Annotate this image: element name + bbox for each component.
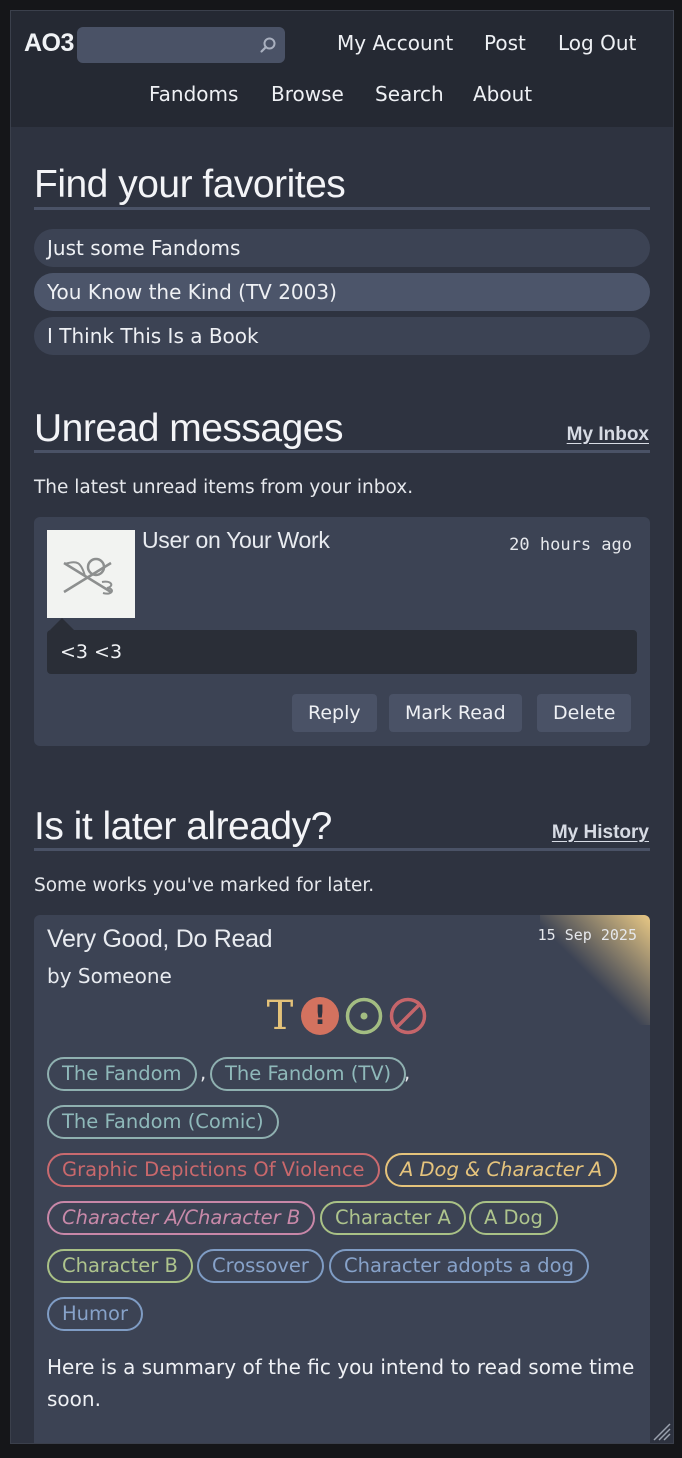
work-title[interactable]: Very Good, Do Read (47, 925, 273, 954)
nav-search[interactable]: Search (375, 82, 444, 106)
bubble-tail (50, 618, 74, 630)
later-heading: Is it later already? (34, 805, 332, 848)
avatar (47, 530, 135, 618)
author-link[interactable]: Someone (78, 964, 172, 988)
messages-divider (34, 450, 650, 453)
character-tag[interactable]: Character A (320, 1201, 466, 1235)
nav-log-out[interactable]: Log Out (558, 31, 636, 55)
relationship-tag[interactable]: A Dog & Character A (385, 1153, 618, 1187)
site-logo[interactable]: AO3 (24, 29, 74, 58)
message-time: 20 hours ago (509, 535, 632, 555)
resize-grip-icon[interactable] (649, 1419, 671, 1441)
message-body: <3 <3 (47, 630, 637, 674)
work-date: 15 Sep 2025 (537, 926, 637, 944)
tag-separator: , (200, 1061, 207, 1084)
nav-post[interactable]: Post (484, 31, 526, 55)
later-intro: Some works you've marked for later. (34, 875, 375, 896)
my-inbox-link[interactable]: My Inbox (567, 424, 649, 446)
search-icon[interactable] (259, 36, 277, 54)
nav-my-account[interactable]: My Account (337, 31, 453, 55)
page-frame: AO3 My Account Post Log Out Fandoms Brow… (10, 10, 674, 1444)
reply-button[interactable]: Reply (292, 694, 377, 732)
rating-icon: T (266, 993, 294, 1039)
warning-tag[interactable]: Graphic Depictions Of Violence (47, 1153, 380, 1187)
freeform-tag[interactable]: Humor (47, 1297, 143, 1331)
my-history-link[interactable]: My History (552, 822, 649, 844)
work-summary: Here is a summary of the fic you intend … (47, 1355, 635, 1411)
message-sender[interactable]: User on Your Work (142, 527, 330, 554)
nav-about[interactable]: About (473, 82, 532, 106)
later-divider (34, 848, 650, 851)
work-card: Very Good, Do Read 15 Sep 2025 by Someon… (34, 915, 650, 1443)
warning-icon: ! (301, 997, 339, 1035)
favorites-divider (34, 207, 650, 210)
freeform-tag[interactable]: Crossover (197, 1249, 324, 1283)
byline-prefix: by (47, 964, 72, 988)
fandom-tag[interactable]: The Fandom (TV) (210, 1057, 407, 1091)
fandom-tag[interactable]: The Fandom (47, 1057, 197, 1091)
relationship-tag[interactable]: Character A/Character B (47, 1201, 316, 1235)
freeform-tag[interactable]: Character adopts a dog (329, 1249, 589, 1283)
character-tag[interactable]: A Dog (469, 1201, 558, 1235)
favorite-item[interactable]: I Think This Is a Book (34, 317, 650, 355)
messages-heading: Unread messages (34, 407, 344, 450)
favorite-item[interactable]: Just some Fandoms (34, 229, 650, 267)
site-header: AO3 My Account Post Log Out Fandoms Brow… (11, 11, 673, 127)
nav-fandoms[interactable]: Fandoms (149, 82, 238, 106)
messages-intro: The latest unread items from your inbox. (34, 477, 414, 498)
byline: by Someone (47, 964, 172, 988)
favorite-item[interactable]: You Know the Kind (TV 2003) (34, 273, 650, 311)
fandom-tag[interactable]: The Fandom (Comic) (47, 1105, 279, 1139)
incomplete-icon (389, 997, 427, 1035)
mark-read-button[interactable]: Mark Read (389, 694, 522, 732)
category-icon (345, 997, 383, 1035)
nav-browse[interactable]: Browse (271, 82, 344, 106)
character-tag[interactable]: Character B (47, 1249, 193, 1283)
message-card: User on Your Work 20 hours ago <3 <3 Rep… (34, 517, 650, 746)
search-input[interactable] (77, 27, 285, 63)
favorites-heading: Find your favorites (34, 163, 346, 206)
tag-separator: , (404, 1061, 411, 1084)
delete-button[interactable]: Delete (537, 694, 632, 732)
